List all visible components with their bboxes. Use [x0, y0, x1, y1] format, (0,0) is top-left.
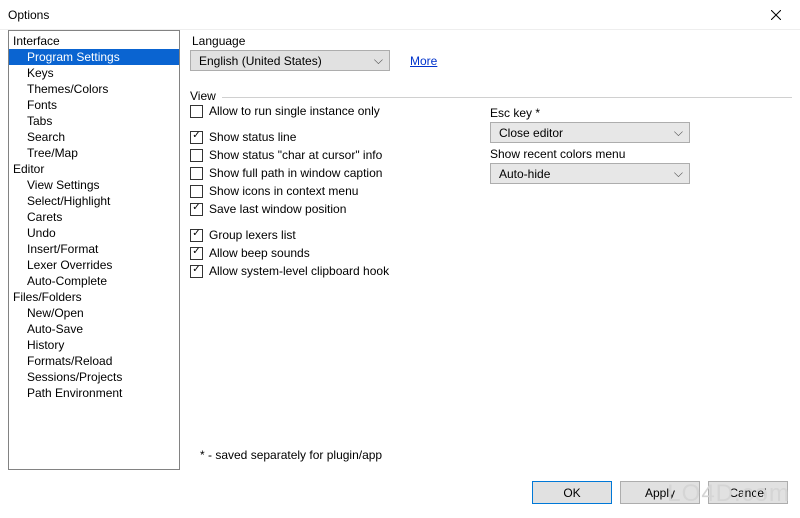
tree-node[interactable]: Interface — [9, 33, 179, 49]
checkbox-row[interactable]: Show full path in window caption — [190, 164, 440, 182]
checkbox-row[interactable]: Show status "char at cursor" info — [190, 146, 440, 164]
category-tree[interactable]: InterfaceProgram SettingsKeysThemes/Colo… — [8, 30, 180, 470]
checkbox-row[interactable]: Show icons in context menu — [190, 182, 440, 200]
language-value: English (United States) — [199, 54, 322, 68]
checkbox-label: Save last window position — [209, 202, 346, 216]
checkbox-label: Show status "char at cursor" info — [209, 148, 382, 162]
esc-key-value: Close editor — [499, 126, 563, 140]
tree-node[interactable]: Keys — [9, 65, 179, 81]
titlebar: Options — [0, 0, 800, 30]
apply-button[interactable]: Apply — [620, 481, 700, 504]
tree-node[interactable]: Program Settings — [9, 49, 179, 65]
checkbox-label: Allow beep sounds — [209, 246, 310, 260]
tree-node[interactable]: Path Environment — [9, 385, 179, 401]
tree-node[interactable]: Select/Highlight — [9, 193, 179, 209]
tree-node[interactable]: Sessions/Projects — [9, 369, 179, 385]
tree-node[interactable]: Tabs — [9, 113, 179, 129]
checkbox-label: Allow to run single instance only — [209, 104, 380, 118]
tree-node[interactable]: Themes/Colors — [9, 81, 179, 97]
tree-node[interactable]: Fonts — [9, 97, 179, 113]
tree-node[interactable]: Undo — [9, 225, 179, 241]
checkbox-row[interactable]: Show status line — [190, 128, 440, 146]
checkbox[interactable] — [190, 105, 203, 118]
checkbox[interactable] — [190, 247, 203, 260]
esc-key-label: Esc key * — [490, 106, 780, 120]
more-link[interactable]: More — [410, 54, 437, 68]
checkbox[interactable] — [190, 265, 203, 278]
checkbox-label: Show full path in window caption — [209, 166, 382, 180]
view-checks: Allow to run single instance only Show st… — [190, 102, 440, 280]
checkbox-label: Allow system-level clipboard hook — [209, 264, 389, 278]
close-button[interactable] — [758, 3, 794, 27]
tree-node[interactable]: Lexer Overrides — [9, 257, 179, 273]
checkbox-row[interactable]: Save last window position — [190, 200, 440, 218]
options-dialog: Options InterfaceProgram SettingsKeysThe… — [0, 0, 800, 518]
checkbox-label: Show status line — [209, 130, 296, 144]
tree-node[interactable]: History — [9, 337, 179, 353]
tree-node[interactable]: Search — [9, 129, 179, 145]
tree-node[interactable]: Carets — [9, 209, 179, 225]
tree-node[interactable]: Formats/Reload — [9, 353, 179, 369]
language-label: Language — [190, 34, 792, 48]
spacer — [190, 218, 440, 226]
tree-node[interactable]: Auto-Save — [9, 321, 179, 337]
tree-node[interactable]: New/Open — [9, 305, 179, 321]
chevron-down-icon: ⌵ — [374, 53, 383, 68]
window-title: Options — [8, 8, 758, 22]
tree-node[interactable]: View Settings — [9, 177, 179, 193]
checkbox-row[interactable]: Allow system-level clipboard hook — [190, 262, 440, 280]
cancel-button[interactable]: Cancel — [708, 481, 788, 504]
checkbox[interactable] — [190, 229, 203, 242]
checkbox[interactable] — [190, 131, 203, 144]
dialog-buttons: OK Apply Cancel — [532, 481, 788, 504]
recent-colors-combo[interactable]: Auto-hide ⌵ — [490, 163, 690, 184]
tree-node[interactable]: Tree/Map — [9, 145, 179, 161]
recent-colors-label: Show recent colors menu — [490, 147, 780, 161]
checkbox[interactable] — [190, 167, 203, 180]
tree-node[interactable]: Editor — [9, 161, 179, 177]
checkbox[interactable] — [190, 149, 203, 162]
checkbox-row[interactable]: Allow beep sounds — [190, 244, 440, 262]
chevron-down-icon: ⌵ — [674, 125, 683, 140]
esc-key-combo[interactable]: Close editor ⌵ — [490, 122, 690, 143]
checkbox[interactable] — [190, 203, 203, 216]
tree-node[interactable]: Insert/Format — [9, 241, 179, 257]
ok-button[interactable]: OK — [532, 481, 612, 504]
footnote: * - saved separately for plugin/app — [200, 448, 382, 462]
language-combo[interactable]: English (United States) ⌵ — [190, 50, 390, 71]
view-group-label: View — [190, 89, 222, 103]
tree-node[interactable]: Files/Folders — [9, 289, 179, 305]
view-group: View Allow to run single instance onlySh… — [190, 97, 792, 280]
checkbox[interactable] — [190, 185, 203, 198]
checkbox-row[interactable]: Allow to run single instance only — [190, 102, 440, 120]
spacer — [190, 120, 440, 128]
settings-panel: Language English (United States) ⌵ More … — [190, 30, 792, 470]
checkbox-row[interactable]: Group lexers list — [190, 226, 440, 244]
close-icon — [771, 10, 781, 20]
tree-node[interactable]: Auto-Complete — [9, 273, 179, 289]
chevron-down-icon: ⌵ — [674, 166, 683, 181]
checkbox-label: Group lexers list — [209, 228, 296, 242]
checkbox-label: Show icons in context menu — [209, 184, 358, 198]
recent-colors-value: Auto-hide — [499, 167, 550, 181]
